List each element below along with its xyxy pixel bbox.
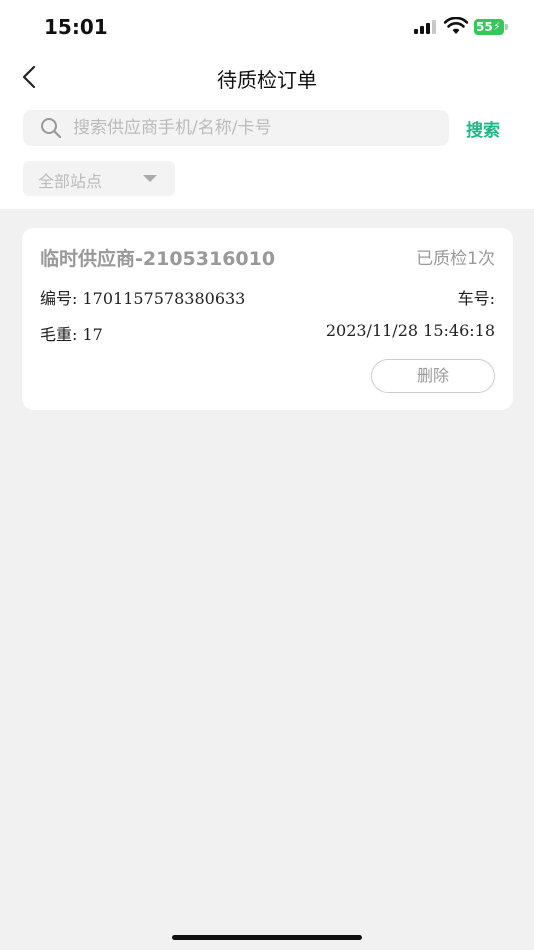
- status-time: 15:01: [44, 15, 108, 39]
- search-button[interactable]: 搜索: [466, 116, 500, 141]
- qc-status: 已质检1次: [416, 249, 495, 269]
- search-icon: [41, 118, 62, 139]
- order-card[interactable]: 临时供应商-2105316010 已质检1次 编号: 1701157578380…: [22, 228, 513, 410]
- supplier-name: 临时供应商-2105316010: [40, 248, 276, 270]
- search-input[interactable]: [73, 110, 433, 146]
- battery-level: 55: [476, 20, 493, 34]
- gross-weight: 毛重: 17: [40, 325, 103, 344]
- chevron-down-icon: [143, 175, 157, 182]
- wifi-icon: [444, 17, 468, 34]
- page-title: 待质检订单: [217, 68, 317, 92]
- header-area: 15:01 55 ⚡ 待质检订单 搜索 全部站点: [0, 0, 534, 209]
- home-indicator[interactable]: [172, 935, 362, 940]
- charging-bolt-icon: ⚡: [493, 20, 501, 33]
- car-number: 车号:: [457, 289, 495, 308]
- station-dropdown-label: 全部站点: [38, 172, 103, 191]
- signal-icon: [414, 20, 438, 34]
- battery-icon: 55 ⚡: [474, 19, 508, 35]
- order-datetime: 2023/11/28 15:46:18: [325, 321, 495, 340]
- order-number: 编号: 1701157578380633: [40, 289, 246, 308]
- delete-button[interactable]: 删除: [371, 359, 495, 393]
- station-dropdown[interactable]: 全部站点: [23, 161, 175, 196]
- search-box[interactable]: [23, 110, 449, 146]
